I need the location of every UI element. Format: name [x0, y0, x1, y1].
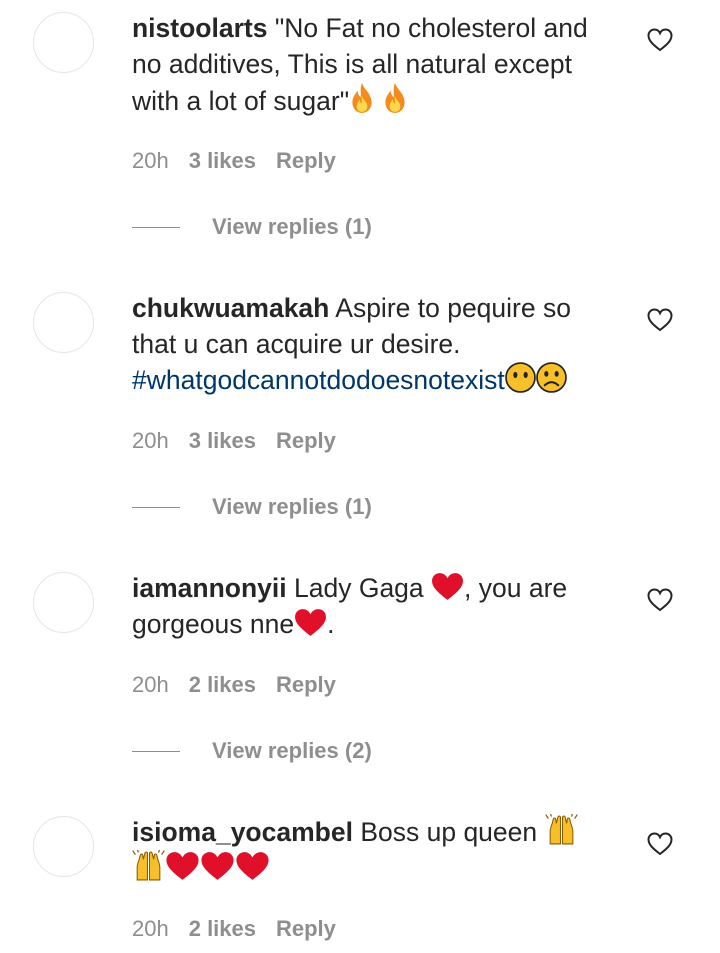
- red-heart-icon: [165, 851, 200, 881]
- view-replies-label: View replies (1): [212, 214, 372, 239]
- comment-likes[interactable]: 2 likes: [189, 916, 256, 941]
- view-replies-button[interactable]: View replies (2): [132, 736, 372, 766]
- comment-text: .: [327, 609, 335, 639]
- reply-button[interactable]: Reply: [276, 672, 336, 697]
- comment-time: 20h: [132, 428, 169, 453]
- view-replies-button[interactable]: View replies (1): [132, 492, 372, 522]
- comment-time: 20h: [132, 672, 169, 697]
- comment-username[interactable]: iamannonyii: [132, 573, 287, 603]
- reply-button[interactable]: Reply: [276, 428, 336, 453]
- raising-hands-icon: [132, 850, 165, 881]
- comment-likes[interactable]: 3 likes: [189, 148, 256, 173]
- comment-body: iamannonyii Lady Gaga , you are gorgeous…: [132, 570, 622, 642]
- view-replies-button[interactable]: View replies (1): [132, 212, 372, 242]
- comment-likes[interactable]: 2 likes: [189, 672, 256, 697]
- comment-text: Lady Gaga: [294, 573, 424, 603]
- comment-body: nistoolarts "No Fat no cholesterol and n…: [132, 10, 622, 119]
- raising-hands-icon: [545, 814, 578, 845]
- frowning-face-icon: [536, 362, 567, 393]
- avatar[interactable]: [33, 572, 94, 633]
- red-heart-icon: [235, 851, 270, 881]
- comment-time: 20h: [132, 916, 169, 941]
- red-heart-icon: [294, 608, 327, 637]
- fire-icon: [349, 82, 375, 114]
- like-heart-icon[interactable]: [647, 588, 673, 612]
- view-replies-label: View replies (2): [212, 738, 372, 763]
- comment-body: chukwuamakah Aspire to pequire so that u…: [132, 290, 622, 398]
- like-heart-icon[interactable]: [647, 308, 673, 332]
- reply-button[interactable]: Reply: [276, 148, 336, 173]
- comment-likes[interactable]: 3 likes: [189, 428, 256, 453]
- red-heart-icon: [200, 851, 235, 881]
- view-replies-label: View replies (1): [212, 494, 372, 519]
- comment-meta: 20h 3 likes Reply: [132, 428, 336, 454]
- comment-text: Boss up queen: [360, 817, 538, 847]
- comment-meta: 20h 3 likes Reply: [132, 148, 336, 174]
- comment-username[interactable]: nistoolarts: [132, 13, 267, 43]
- avatar[interactable]: [33, 12, 94, 73]
- replies-divider: [132, 226, 180, 228]
- replies-divider: [132, 750, 180, 752]
- comment-meta: 20h 2 likes Reply: [132, 672, 336, 698]
- fire-icon: [382, 82, 408, 114]
- red-heart-icon: [431, 572, 464, 601]
- comment-username[interactable]: isioma_yocambel: [132, 817, 353, 847]
- avatar[interactable]: [33, 292, 94, 353]
- no-mouth-face-icon: [505, 362, 536, 393]
- comment-time: 20h: [132, 148, 169, 173]
- avatar[interactable]: [33, 816, 94, 877]
- replies-divider: [132, 506, 180, 508]
- like-heart-icon[interactable]: [647, 28, 673, 52]
- like-heart-icon[interactable]: [647, 832, 673, 856]
- reply-button[interactable]: Reply: [276, 916, 336, 941]
- hashtag-link[interactable]: #whatgodcannotdodoesnotexist: [132, 365, 505, 395]
- comment-username[interactable]: chukwuamakah: [132, 293, 329, 323]
- comment-body: isioma_yocambel Boss up queen: [132, 814, 622, 886]
- comment-meta: 20h 2 likes Reply: [132, 916, 336, 942]
